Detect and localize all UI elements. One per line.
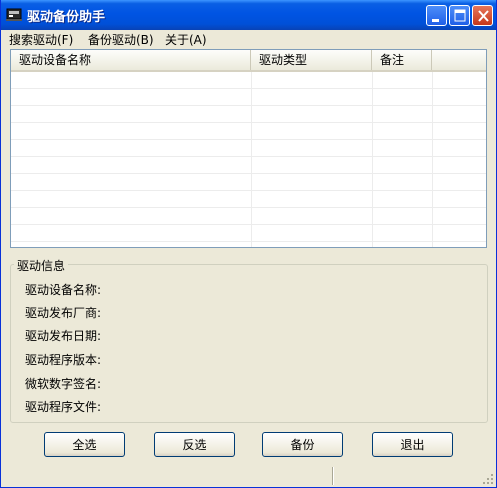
info-version-label: 驱动程序版本:: [25, 353, 102, 367]
info-date-label: 驱动发布日期:: [25, 329, 102, 343]
driver-app-icon: [6, 7, 22, 22]
info-files-label: 驱动程序文件:: [25, 400, 102, 414]
list-header: 驱动设备名称 驱动类型 备注: [11, 50, 486, 72]
select-all-button[interactable]: 全选: [44, 432, 125, 457]
status-separator: [332, 467, 334, 485]
menu-backup-driver[interactable]: 备份驱动(B): [88, 31, 154, 48]
app-window: 驱动备份助手 搜索驱动(F) 备份驱动(B) 关于(A) 驱动设备名称 驱动类型…: [0, 0, 497, 488]
backup-button[interactable]: 备份: [262, 432, 343, 457]
close-button[interactable]: [472, 5, 493, 26]
column-header-driver-type[interactable]: 驱动类型: [251, 50, 372, 70]
menu-about[interactable]: 关于(A): [165, 31, 207, 48]
column-divider: [372, 72, 373, 247]
invert-selection-button[interactable]: 反选: [154, 432, 235, 457]
maximize-button[interactable]: [449, 5, 470, 26]
info-device-name-label: 驱动设备名称:: [25, 283, 102, 297]
close-icon: [478, 10, 489, 22]
list-row: [11, 174, 486, 191]
resize-grip-icon[interactable]: [482, 473, 494, 485]
column-header-device-name[interactable]: 驱动设备名称: [11, 50, 251, 70]
column-divider: [251, 72, 252, 247]
info-signature-label: 微软数字签名:: [25, 377, 102, 391]
column-header-filler: [432, 50, 486, 70]
list-rows: [11, 72, 486, 242]
list-row: [11, 106, 486, 123]
driver-info-legend: 驱动信息: [14, 257, 69, 274]
window-title: 驱动备份助手: [27, 10, 106, 25]
minimize-button[interactable]: [426, 5, 447, 26]
column-header-note[interactable]: 备注: [372, 50, 432, 70]
driver-list[interactable]: 驱动设备名称 驱动类型 备注: [10, 49, 487, 248]
list-row: [11, 89, 486, 106]
list-row: [11, 208, 486, 225]
title-bar[interactable]: 驱动备份助手: [1, 0, 496, 30]
info-vendor-label: 驱动发布厂商:: [25, 306, 102, 320]
list-row: [11, 191, 486, 208]
menu-search-driver[interactable]: 搜索驱动(F): [9, 31, 73, 48]
list-row: [11, 157, 486, 174]
minimize-icon: [432, 19, 439, 22]
menu-bar: 搜索驱动(F) 备份驱动(B) 关于(A): [1, 30, 496, 48]
list-row: [11, 72, 486, 89]
exit-button[interactable]: 退出: [372, 432, 453, 457]
list-row: [11, 140, 486, 157]
list-row: [11, 225, 486, 242]
list-row: [11, 123, 486, 140]
status-bar: [1, 464, 496, 487]
column-divider: [432, 72, 433, 247]
maximize-icon: [454, 9, 466, 22]
